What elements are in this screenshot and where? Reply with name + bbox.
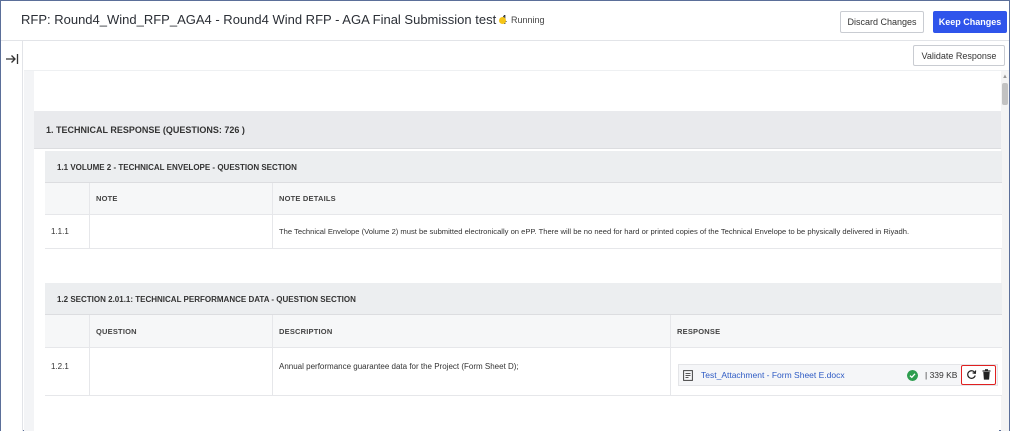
attachment-file-link[interactable]: Test_Attachment - Form Sheet E.docx [701, 370, 845, 380]
scroll-up-icon[interactable]: ▲ [1001, 74, 1009, 80]
attachment-actions [961, 365, 996, 385]
check-circle-icon [907, 370, 918, 381]
question-column-header: QUESTION [90, 315, 273, 347]
keep-changes-button[interactable]: Keep Changes [933, 11, 1007, 33]
table-header-row: NOTE NOTE DETAILS [45, 183, 1002, 215]
note-details-column-header: NOTE DETAILS [279, 194, 336, 203]
row-question [90, 348, 273, 395]
attachment-chip: Test_Attachment - Form Sheet E.docx | 33… [678, 364, 998, 386]
response-column-header: RESPONSE [677, 326, 721, 336]
table-header-row: QUESTION DESCRIPTION RESPONSE [45, 315, 1002, 348]
table-row: 1.2.1 Annual performance guarantee data … [45, 348, 1002, 396]
status-label: Running [511, 15, 545, 25]
vertical-scrollbar[interactable]: ▲ [1001, 71, 1009, 431]
status-dot-icon [499, 16, 506, 24]
subsection-title: 1.2 SECTION 2.01.1: TECHNICAL PERFORMANC… [57, 295, 356, 304]
status-indicator: Running [499, 15, 545, 25]
row-note [90, 215, 273, 248]
header: RFP: Round4_Wind_RFP_AGA4 - Round4 Wind … [1, 1, 1009, 41]
section-title: 1. TECHNICAL RESPONSE (QUESTIONS: 726 ) [46, 125, 245, 135]
replace-icon[interactable] [966, 369, 977, 380]
description-column-header: DESCRIPTION [273, 315, 671, 347]
left-rail [1, 41, 23, 431]
attachment-file-size: | 339 KB [925, 370, 958, 380]
trash-icon[interactable] [982, 369, 991, 380]
subsection-header[interactable]: 1.1 VOLUME 2 - TECHNICAL ENVELOPE - QUES… [45, 151, 1002, 183]
validate-response-button[interactable]: Validate Response [913, 45, 1005, 66]
subsection-title: 1.1 VOLUME 2 - TECHNICAL ENVELOPE - QUES… [57, 163, 297, 172]
id-column-header [45, 183, 90, 214]
section-header[interactable]: 1. TECHNICAL RESPONSE (QUESTIONS: 726 ) [34, 111, 1001, 149]
toolbar: Validate Response [24, 41, 1009, 71]
subsection-header[interactable]: 1.2 SECTION 2.01.1: TECHNICAL PERFORMANC… [45, 283, 1002, 315]
row-note-details: The Technical Envelope (Volume 2) must b… [279, 227, 910, 236]
page-title: RFP: Round4_Wind_RFP_AGA4 - Round4 Wind … [21, 12, 508, 27]
row-id: 1.1.1 [45, 215, 90, 248]
row-description: Annual performance guarantee data for th… [273, 348, 671, 395]
document-icon [683, 370, 693, 381]
id-column-header [45, 315, 90, 347]
scroll-thumb[interactable] [1002, 83, 1008, 105]
app-window: RFP: Round4_Wind_RFP_AGA4 - Round4 Wind … [0, 0, 1010, 431]
discard-changes-button[interactable]: Discard Changes [840, 11, 924, 33]
expand-panel-icon[interactable] [5, 53, 19, 65]
note-column-header: NOTE [90, 183, 273, 214]
table-row: 1.1.1 The Technical Envelope (Volume 2) … [45, 215, 1002, 249]
row-id: 1.2.1 [45, 348, 90, 395]
